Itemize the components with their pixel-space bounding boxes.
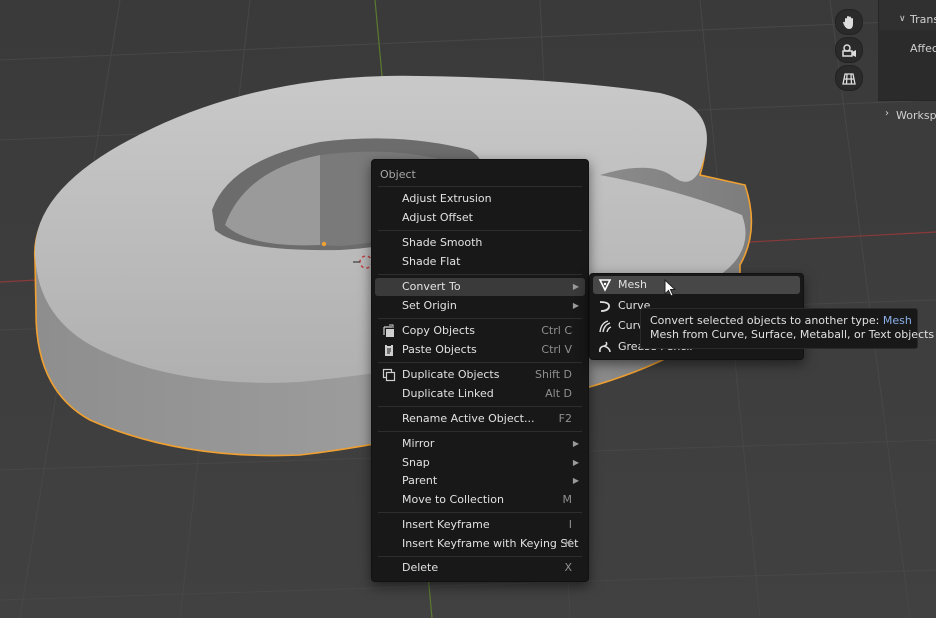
menu-separator [378,186,582,187]
menu-separator [378,362,582,363]
menu-item-shortcut: Alt D [545,387,572,400]
menu-item-label: Delete [402,561,439,574]
menu-item-delete[interactable]: Delete X [375,559,585,577]
object-context-menu: Object Adjust Extrusion Adjust Offset Sh… [371,159,589,582]
menu-separator [378,431,582,432]
menu-item-shortcut: I [568,518,572,531]
menu-item-label: Rename Active Object... [402,412,535,425]
menu-title: Object [380,168,416,181]
paste-icon [385,344,393,356]
menu-item-label: Set Origin [402,299,457,312]
menu-item-paste-objects[interactable]: Paste Objects Ctrl V [375,341,585,359]
duplicate-icon [382,368,396,382]
submenu-arrow-icon: ▶ [572,439,579,448]
tooltip-description: Convert selected objects to another type… [650,314,912,327]
menu-item-convert-to[interactable]: Convert To ▶ [375,278,585,296]
menu-item-insert-keyframe-keying-set[interactable]: Insert Keyframe with Keying Set K [375,535,585,553]
ortho-view-button[interactable] [835,65,863,91]
menu-item-label: Insert Keyframe [402,518,490,531]
menu-item-set-origin[interactable]: Set Origin ▶ [375,297,585,315]
hand-icon [843,16,853,29]
chevron-right-icon[interactable]: › [885,108,889,119]
menu-item-label: Parent [402,474,438,487]
menu-item-label: Shade Flat [402,255,461,268]
menu-separator [378,318,582,319]
transform-section-body: Affec [878,30,936,100]
submenu-arrow-icon: ▶ [572,458,579,467]
menu-item-shortcut: Shift D [535,368,572,381]
convert-tooltip: Convert selected objects to another type… [640,308,934,349]
menu-item-move-to-collection[interactable]: Move to Collection M [375,491,585,509]
menu-item-shortcut: F2 [558,412,572,425]
menu-item-shortcut: Ctrl C [541,324,572,337]
menu-item-adjust-offset[interactable]: Adjust Offset [375,209,585,227]
menu-item-duplicate-objects[interactable]: Duplicate Objects Shift D [375,366,585,384]
mesh-icon [598,279,612,292]
submenu-item-mesh[interactable]: Mesh [593,276,800,294]
submenu-arrow-icon: ▶ [572,282,579,291]
tooltip-target-type: Mesh [882,314,912,327]
submenu-arrow-icon: ▶ [572,301,579,310]
menu-separator [378,556,582,557]
curve-icon [599,301,610,312]
transform-section-header[interactable]: Trans [910,13,936,26]
menu-item-label: Mirror [402,437,435,450]
camera-view-button[interactable] [835,37,863,63]
affect-label: Affec [910,42,936,55]
menu-item-label: Copy Objects [402,324,475,337]
menu-item-label: Shade Smooth [402,236,483,249]
menu-item-shade-flat[interactable]: Shade Flat [375,253,585,271]
chevron-down-icon[interactable]: ∨ [899,14,906,24]
menu-item-rename-active-object[interactable]: Rename Active Object... F2 [375,410,585,428]
pan-view-button[interactable] [835,9,863,35]
menu-item-label: Insert Keyframe with Keying Set [402,537,579,550]
submenu-arrow-icon: ▶ [572,476,579,485]
menu-separator [378,512,582,513]
menu-item-shade-smooth[interactable]: Shade Smooth [375,234,585,252]
grid-icon [842,73,856,85]
menu-item-label: Adjust Offset [402,211,473,224]
grease-pencil-icon [599,341,611,353]
menu-item-insert-keyframe[interactable]: Insert Keyframe I [375,516,585,534]
workspace-section-header[interactable]: Workspa [896,109,936,122]
menu-item-shortcut: K [564,537,572,550]
camera-icon [842,44,856,57]
tooltip-detail: Mesh from Curve, Surface, Metaball, or T… [650,328,935,341]
menu-item-snap[interactable]: Snap ▶ [375,454,585,472]
submenu-item-label: Mesh [618,278,647,291]
tooltip-description-prefix: Convert selected objects to another type… [650,314,883,327]
menu-separator [378,406,582,407]
menu-item-shortcut: X [564,561,572,574]
menu-item-label: Paste Objects [402,343,477,356]
menu-separator [378,274,582,275]
menu-item-parent[interactable]: Parent ▶ [375,472,585,490]
menu-item-shortcut: Ctrl V [541,343,572,356]
menu-item-label: Duplicate Linked [402,387,494,400]
menu-item-label: Convert To [402,280,461,293]
menu-item-adjust-extrusion[interactable]: Adjust Extrusion [375,190,585,208]
menu-item-duplicate-linked[interactable]: Duplicate Linked Alt D [375,385,585,403]
menu-item-mirror[interactable]: Mirror ▶ [375,435,585,453]
menu-item-label: Duplicate Objects [402,368,500,381]
menu-item-shortcut: M [562,493,573,506]
menu-item-label: Move to Collection [402,493,504,506]
copy-icon [383,324,394,337]
mouse-pointer-icon [664,279,677,297]
curves-icon [599,320,612,333]
menu-item-copy-objects[interactable]: Copy Objects Ctrl C [375,322,585,340]
menu-item-label: Snap [402,456,430,469]
menu-item-label: Adjust Extrusion [402,192,492,205]
menu-separator [378,230,582,231]
